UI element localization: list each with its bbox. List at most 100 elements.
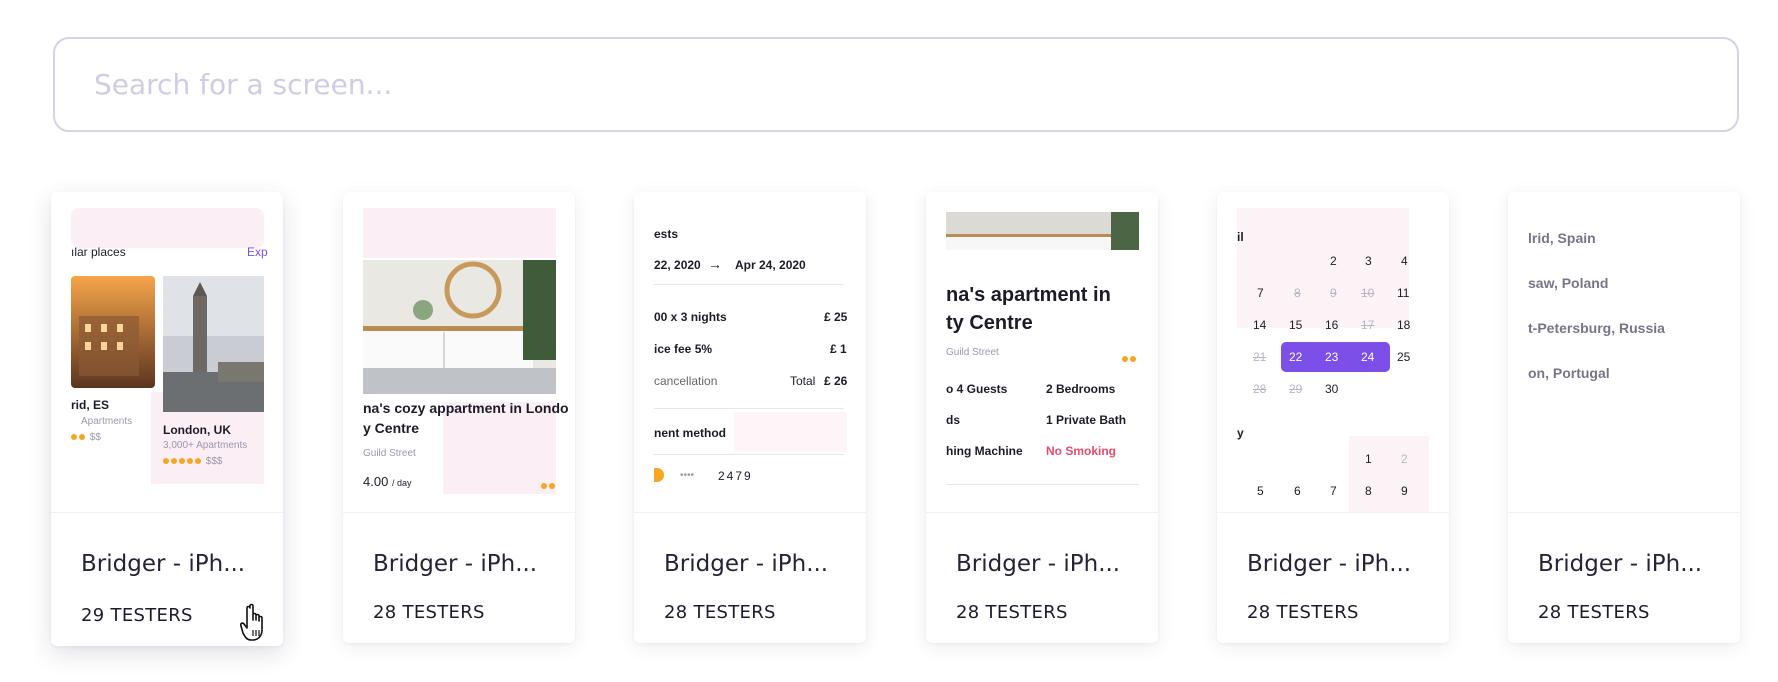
- place-item: on, Portugal: [1528, 365, 1610, 381]
- calendar-day: 8: [1365, 484, 1372, 498]
- calendar-day: 25: [1397, 350, 1411, 364]
- screen-card[interactable]: ests 22, 2020 → Apr 24, 2020 00 x 3 nigh…: [634, 192, 866, 643]
- listing-heading-line2: y Centre: [363, 420, 420, 436]
- screen-card[interactable]: lrid, Spain saw, Poland t-Petersburg, Ru…: [1508, 192, 1740, 643]
- card-title: Bridger - iPh...: [81, 551, 246, 577]
- city2-name: London, UK: [163, 423, 231, 437]
- card-footer: Bridger - iPh... 28 TESTERS: [343, 512, 575, 643]
- search-bar[interactable]: [53, 37, 1739, 132]
- rating-dots: [1122, 349, 1138, 367]
- calendar-day: 11: [1397, 286, 1410, 300]
- calendar-day: 10: [1361, 286, 1375, 300]
- payment-method-label: nent method: [654, 426, 726, 440]
- city2-sub: 3,000+ Apartments: [163, 440, 248, 451]
- cancellation-label: cancellation: [654, 374, 718, 388]
- card-title: Bridger - iPh...: [1247, 551, 1412, 577]
- fee-row-label: ice fee 5%: [654, 342, 713, 356]
- screen-thumbnail: ests 22, 2020 → Apr 24, 2020 00 x 3 nigh…: [634, 192, 866, 512]
- calendar-day: 14: [1253, 318, 1267, 332]
- screen-thumbnail: lrid, Spain saw, Poland t-Petersburg, Ru…: [1508, 192, 1740, 512]
- screen-thumbnail: il 2 3 4 7 8 9 10 11 14 15 16 17 18 21 2…: [1217, 192, 1449, 512]
- calendar-day: 18: [1397, 318, 1411, 332]
- calendar-day: 5: [1257, 484, 1264, 498]
- no-smoking-label: No Smoking: [1046, 444, 1117, 458]
- calendar-day-selected: 24: [1361, 350, 1375, 364]
- tester-count: 28 TESTERS: [1538, 602, 1650, 623]
- calendar-day: 1: [1365, 452, 1372, 466]
- madrid-photo: [71, 276, 155, 388]
- calendar-day: 7: [1257, 286, 1264, 300]
- calendar-day: 3: [1365, 254, 1372, 268]
- screen-thumbnail: na's apartment in ty Centre Guild Street…: [926, 192, 1158, 512]
- city1-rating: $$: [71, 432, 101, 443]
- total-label: Total: [790, 374, 816, 388]
- card-footer: Bridger - iPh... 28 TESTERS: [926, 512, 1158, 643]
- city2-rating: $$$: [163, 456, 222, 467]
- screen-card[interactable]: na's apartment in ty Centre Guild Street…: [926, 192, 1158, 643]
- calendar-day: 28: [1253, 382, 1267, 396]
- listing-address: Guild Street: [363, 448, 416, 459]
- guests-label: ests: [654, 227, 679, 241]
- feature-left: o 4 Guests: [946, 382, 1008, 396]
- calendar-day: 29: [1289, 382, 1303, 396]
- feature-left: ds: [946, 413, 961, 427]
- calendar-month-label: y: [1237, 426, 1244, 440]
- screen-card[interactable]: il 2 3 4 7 8 9 10 11 14 15 16 17 18 21 2…: [1217, 192, 1449, 643]
- calendar-day: 9: [1330, 286, 1337, 300]
- date-from: 22, 2020: [654, 258, 701, 272]
- listing-heading-line2: ty Centre: [946, 312, 1033, 334]
- calendar-day: 16: [1325, 318, 1339, 332]
- date-to: Apr 24, 2020: [735, 258, 806, 272]
- calendar-day: 4: [1401, 254, 1408, 268]
- section-label: ılar places: [71, 245, 126, 259]
- calendar-day: 9: [1401, 484, 1408, 498]
- screen-thumbnail: ılar places Exp rid, ES Apartments $$ Lo…: [51, 192, 283, 512]
- card-title: Bridger - iPh...: [373, 551, 538, 577]
- price-row-label: 00 x 3 nights: [654, 310, 727, 324]
- tester-count: 28 TESTERS: [1247, 602, 1359, 623]
- calendar-day-selected: 23: [1325, 350, 1339, 364]
- search-input[interactable]: [94, 68, 1737, 101]
- rating-dots: [541, 476, 557, 494]
- card-title: Bridger - iPh...: [956, 551, 1121, 577]
- calendar-day: 17: [1361, 318, 1375, 332]
- calendar-day: 2: [1401, 452, 1408, 466]
- calendar-day: 7: [1330, 484, 1337, 498]
- feature-right: 2 Bedrooms: [1046, 382, 1116, 396]
- card-title: Bridger - iPh...: [1538, 551, 1703, 577]
- screen-thumbnail: na's cozy appartment in Londo y Centre G…: [343, 192, 575, 512]
- feature-right: 1 Private Bath: [1046, 413, 1127, 427]
- london-photo: [163, 276, 264, 412]
- calendar-day: 2: [1330, 254, 1337, 268]
- pointing-hand-cursor-icon: [240, 603, 263, 641]
- card-mask: ••••: [680, 470, 695, 481]
- calendar-day: 8: [1294, 286, 1301, 300]
- card-brand-icon: [654, 468, 664, 482]
- calendar-day: 15: [1289, 318, 1303, 332]
- tester-count: 28 TESTERS: [373, 602, 485, 623]
- tester-count: 28 TESTERS: [664, 602, 776, 623]
- price-row-value: £ 25: [824, 310, 848, 324]
- fee-row-value: £ 1: [830, 342, 847, 356]
- card-title: Bridger - iPh...: [664, 551, 829, 577]
- tester-count: 28 TESTERS: [956, 602, 1068, 623]
- explore-link: Exp: [247, 245, 268, 259]
- city1-name: rid, ES: [71, 398, 110, 412]
- feature-left: hing Machine: [946, 444, 1023, 458]
- place-item: saw, Poland: [1528, 275, 1609, 291]
- calendar-day: 30: [1325, 382, 1339, 396]
- arrow-right-icon: →: [708, 256, 722, 272]
- calendar-day-selected: 22: [1289, 350, 1303, 364]
- listing-address: Guild Street: [946, 347, 999, 358]
- screen-card[interactable]: ılar places Exp rid, ES Apartments $$ Lo…: [51, 192, 283, 646]
- card-footer: Bridger - iPh... 28 TESTERS: [634, 512, 866, 643]
- room-photo: [363, 260, 556, 394]
- screen-card[interactable]: na's cozy appartment in Londo y Centre G…: [343, 192, 575, 643]
- calendar-month-label: il: [1237, 230, 1244, 244]
- calendar-day: 21: [1253, 350, 1267, 364]
- total-value: £ 26: [824, 374, 848, 388]
- card-digits: 2479: [718, 469, 753, 483]
- tester-count: 29 TESTERS: [81, 605, 193, 626]
- city1-sub: Apartments: [81, 416, 133, 427]
- listing-heading-line1: na's cozy appartment in Londo: [363, 400, 569, 416]
